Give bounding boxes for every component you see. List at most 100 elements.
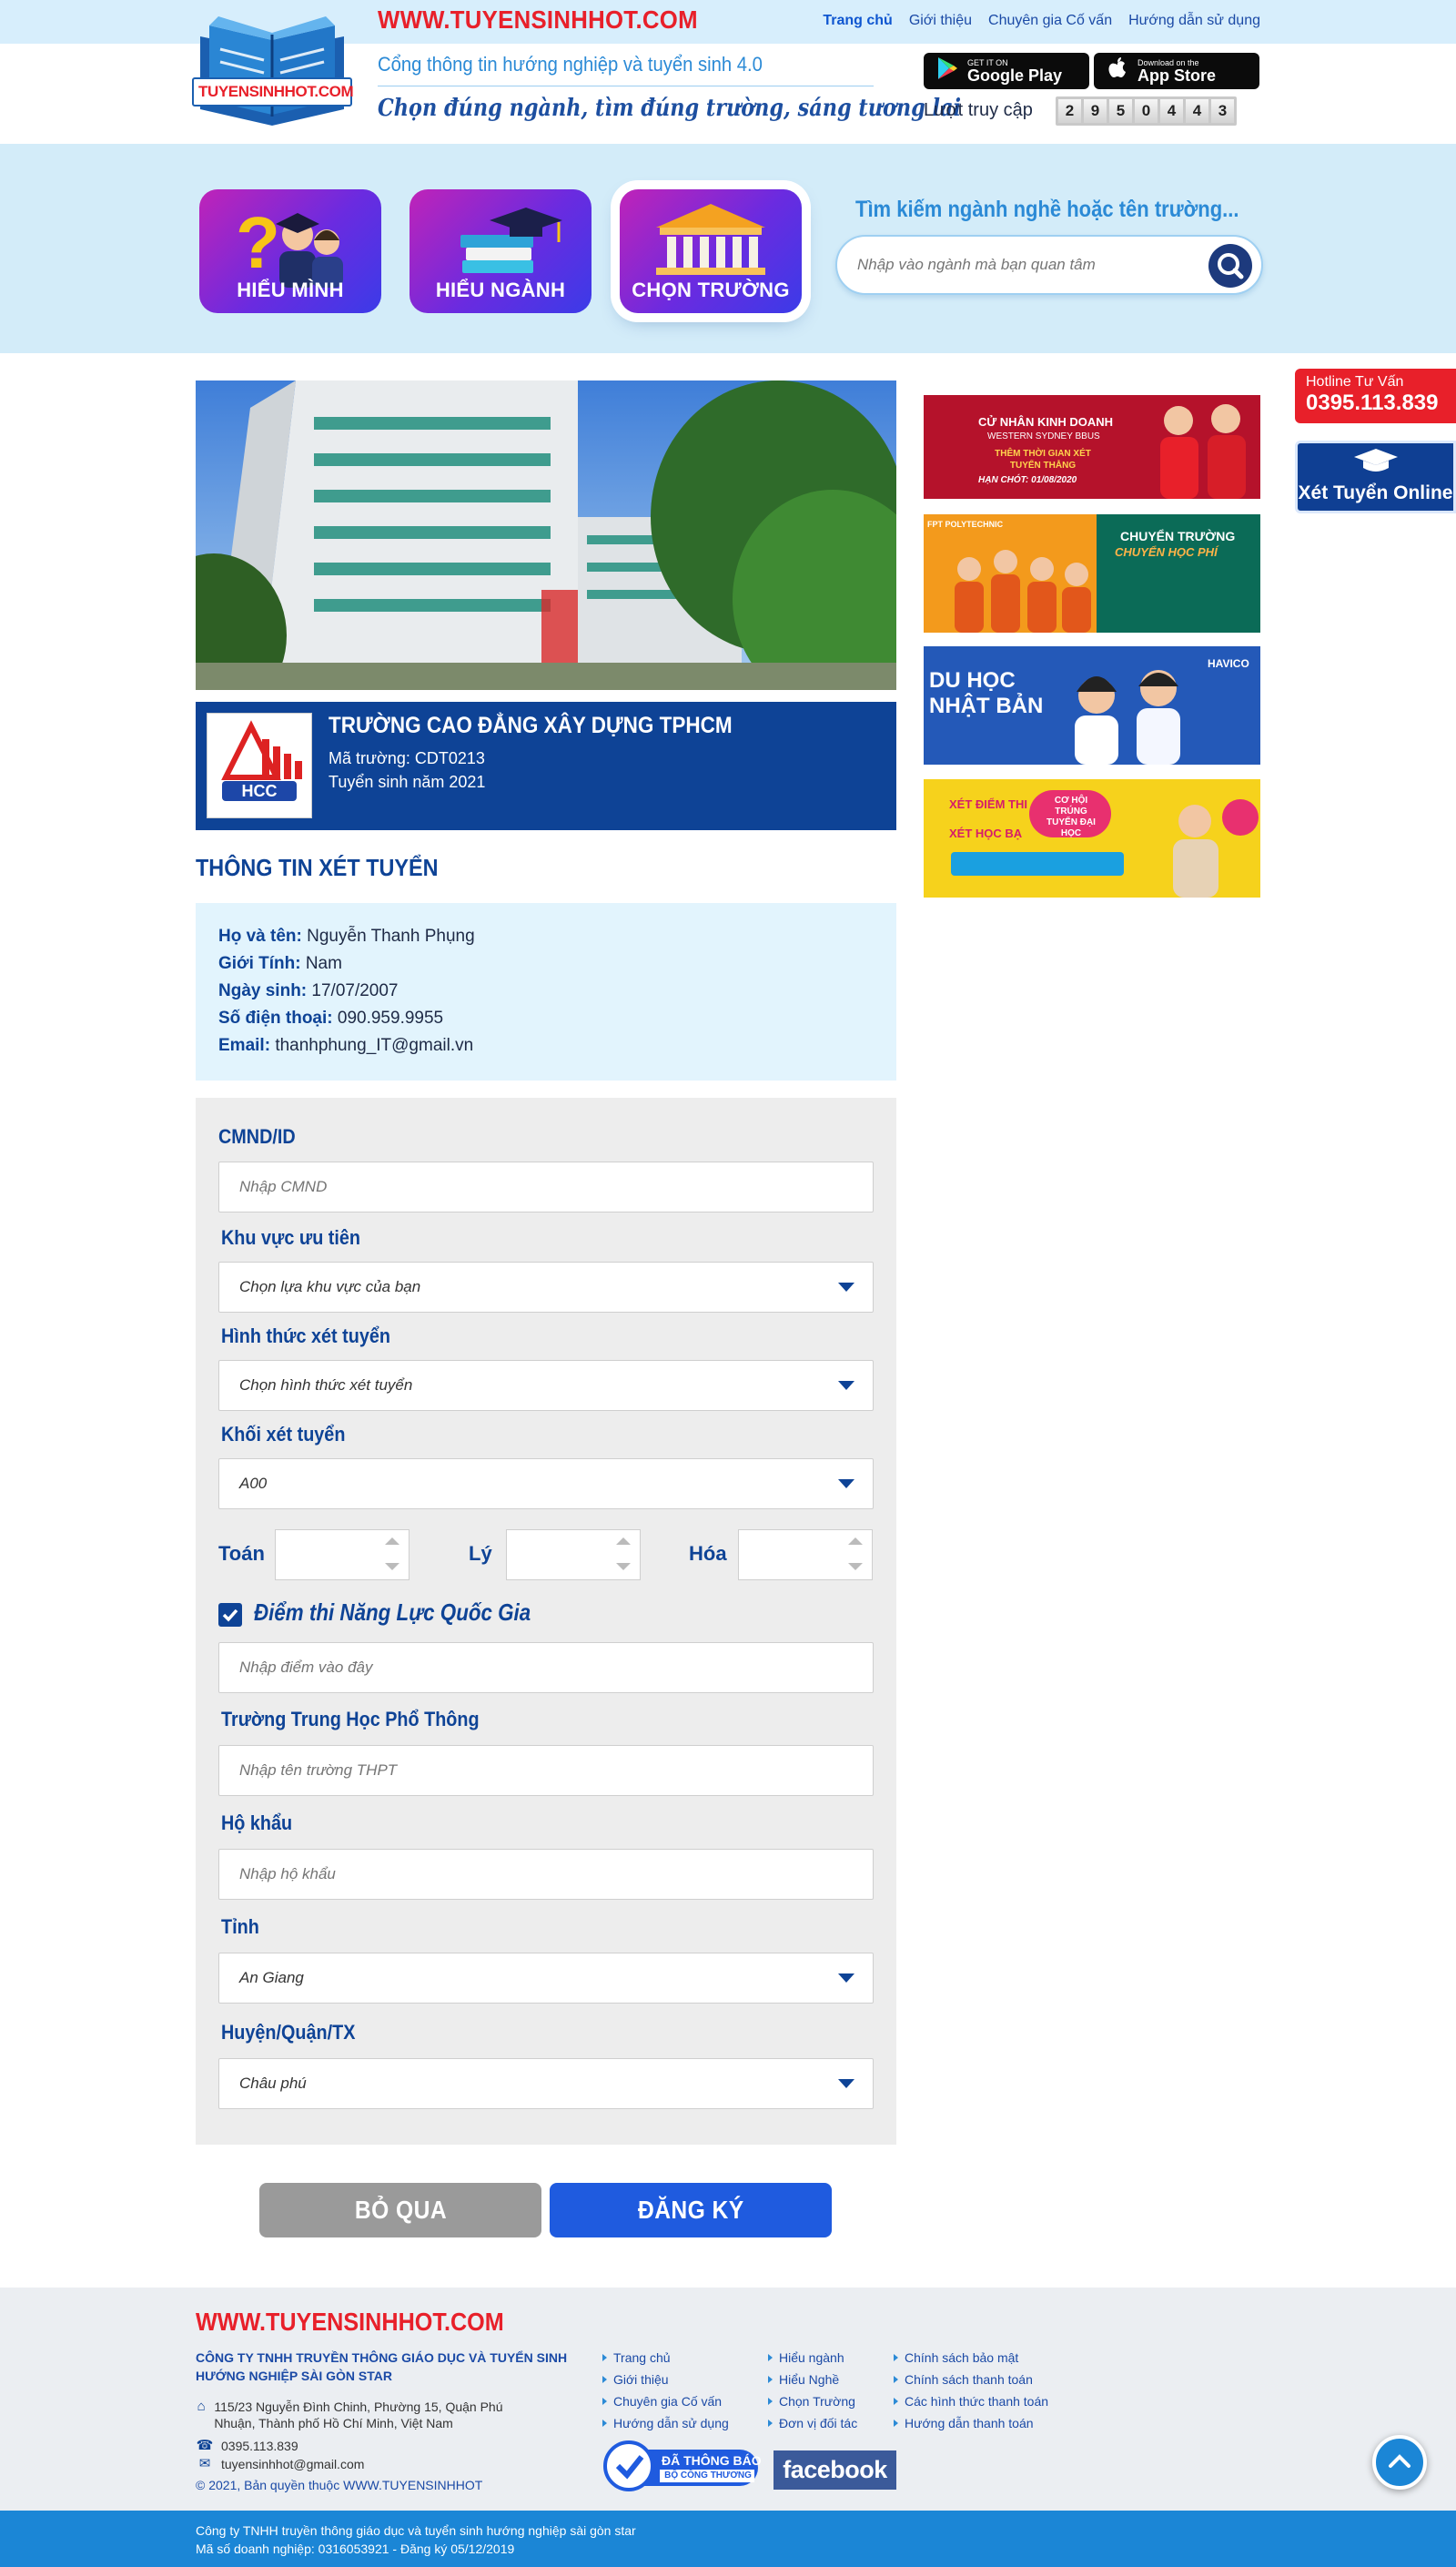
spin-up-icon[interactable] xyxy=(616,1537,631,1545)
banner-western-sydney[interactable]: CỬ NHÂN KINH DOANH WESTERN SYDNEY BBUS T… xyxy=(924,380,1260,499)
thpt-input[interactable] xyxy=(239,1761,873,1780)
hokhau-input[interactable] xyxy=(239,1865,873,1883)
online-apply-button[interactable]: Xét Tuyển Online xyxy=(1295,441,1456,513)
footer-link[interactable]: Chuyên gia Cố vấn xyxy=(601,2390,729,2412)
tile-chon-truong[interactable]: CHỌN TRƯỜNG xyxy=(620,189,802,313)
tile-hieu-minh[interactable]: ? HIỂU MÌNH xyxy=(199,189,381,313)
footer-email: ✉ tuyensinhhot@gmail.com xyxy=(196,2456,365,2472)
chevron-down-icon xyxy=(838,1479,854,1488)
bct-text: ĐÃ THÔNG BÁO xyxy=(662,2453,762,2468)
back-to-top-button[interactable] xyxy=(1372,2435,1427,2490)
submit-button[interactable]: ĐĂNG KÝ xyxy=(550,2183,832,2237)
footer-email-text[interactable]: tuyensinhhot@gmail.com xyxy=(221,2456,364,2472)
banner-xet-hoc-ba[interactable]: XÉT ĐIỂM THI XÉT HỌC BẠ CƠ HỘI TRÚNG TUY… xyxy=(924,779,1260,898)
search-button[interactable] xyxy=(1208,244,1252,288)
footer-link[interactable]: Hiểu ngành xyxy=(766,2347,857,2369)
search-title: Tìm kiếm ngành nghề hoặc tên trường... xyxy=(855,197,1239,222)
khuvuc-select[interactable]: Chọn lựa khu vực của bạn xyxy=(218,1262,874,1313)
cancel-button[interactable]: BỎ QUA xyxy=(259,2183,541,2237)
bo-cong-thuong-badge[interactable]: ĐÃ THÔNG BÁO BỘ CÔNG THƯƠNG xyxy=(603,2440,762,2491)
footer-link[interactable]: Hướng dẫn sử dụng xyxy=(601,2412,729,2434)
nangluc-label[interactable]: Điểm thi Năng Lực Quốc Gia xyxy=(254,1598,531,1627)
spin-up-icon[interactable] xyxy=(385,1537,399,1545)
tagline: Cổng thông tin hướng nghiệp và tuyển sin… xyxy=(378,53,763,76)
footer-link[interactable]: Đơn vị đối tác xyxy=(766,2412,857,2434)
footer-link[interactable]: Hiểu Nghề xyxy=(766,2369,857,2390)
footer-link[interactable]: Hướng dẫn thanh toán xyxy=(892,2412,1048,2434)
huyen-select[interactable]: Châu phú xyxy=(218,2058,874,2109)
banner-sub: NHẬT BẢN xyxy=(929,694,1044,718)
nangluc-input[interactable] xyxy=(239,1659,873,1677)
tile-hieu-nganh[interactable]: HIỂU NGÀNH xyxy=(410,189,592,313)
banner-sub: XÉT HỌC BẠ xyxy=(949,827,1023,840)
nav-about[interactable]: Giới thiệu xyxy=(909,13,972,29)
school-year: Tuyển sinh năm 2021 xyxy=(329,773,486,791)
hokhau-label: Hộ khẩu xyxy=(221,1811,293,1834)
cmnd-label: CMND/ID xyxy=(218,1125,296,1148)
info-value: 17/07/2007 xyxy=(311,981,399,1000)
khoi-select[interactable]: A00 xyxy=(218,1458,874,1509)
banner-headline: DU HỌC xyxy=(929,668,1016,693)
tile-label: HIỂU NGÀNH xyxy=(435,279,566,301)
banner-line: THÊM THỜI GIAN XÉT TUYỂN THẲNG xyxy=(995,449,1091,471)
footer-url[interactable]: WWW.TUYENSINHHOT.COM xyxy=(196,2308,504,2337)
score-input-hoa[interactable] xyxy=(738,1529,873,1580)
applicant-info: Họ và tên: Nguyễn Thanh Phụng Giới Tính:… xyxy=(196,903,896,1081)
app-store-button[interactable]: Download on the App Store xyxy=(1094,53,1259,89)
score-input-ly[interactable] xyxy=(506,1529,641,1580)
banner-havico[interactable]: DU HỌC NHẬT BẢN HAVICO xyxy=(924,646,1260,765)
spin-up-icon[interactable] xyxy=(848,1537,863,1545)
footer-link[interactable]: Chính sách bảo mật xyxy=(892,2347,1048,2369)
footer-link[interactable]: Các hình thức thanh toán xyxy=(892,2390,1048,2412)
cmnd-input[interactable] xyxy=(239,1178,873,1196)
info-label: Ngày sinh: xyxy=(218,981,308,1000)
banner-fpt-polytechnic[interactable]: FPT POLYTECHNIC CHUYỂN TRƯỜNG CHUYỂN HỌC… xyxy=(924,514,1260,633)
footer-link[interactable]: Chọn Trường xyxy=(766,2390,857,2412)
visit-digit: 4 xyxy=(1186,99,1208,123)
footer-link[interactable]: Chính sách thanh toán xyxy=(892,2369,1048,2390)
google-play-button[interactable]: GET IT ON Google Play xyxy=(924,53,1089,89)
school-logo: HCC xyxy=(207,713,312,818)
score-input-toan[interactable] xyxy=(275,1529,410,1580)
school-logo-text: HCC xyxy=(241,782,278,800)
hotline-number: 0395.113.839 xyxy=(1306,391,1439,415)
hinhthuc-select[interactable]: Chọn hình thức xét tuyển xyxy=(218,1360,874,1411)
nav-guide[interactable]: Hướng dẫn sử dụng xyxy=(1128,13,1260,29)
banner-sub: CHUYỂN HỌC PHÍ xyxy=(1115,545,1218,559)
footer-address-text: 115/23 Nguyễn Đình Chinh, Phường 15, Quậ… xyxy=(214,2400,503,2430)
banner-headline: CỬ NHÂN KINH DOANH xyxy=(978,415,1114,429)
google-play-icon xyxy=(936,56,958,86)
visit-digit: 2 xyxy=(1058,99,1081,123)
tinh-select[interactable]: An Giang xyxy=(218,1953,874,2004)
slogan: Chọn đúng ngành, tìm đúng trường, sáng t… xyxy=(378,95,962,122)
score-label-hoa: Hóa xyxy=(689,1542,727,1565)
application-form: CMND/ID Khu vực ưu tiên Chọn lựa khu vực… xyxy=(196,1098,896,2145)
hotline-box[interactable]: Hotline Tư Vấn 0395.113.839 xyxy=(1295,369,1456,423)
info-row: Giới Tính: Nam xyxy=(218,950,874,978)
site-logo[interactable]: TUYENSINHHOT.COM xyxy=(191,7,354,137)
footer-link[interactable]: Trang chủ xyxy=(601,2347,729,2369)
school-photo xyxy=(196,380,896,690)
search-input[interactable] xyxy=(857,249,1185,280)
spin-down-icon[interactable] xyxy=(848,1563,863,1570)
phone-icon: ☎ xyxy=(196,2438,214,2453)
nangluc-checkbox[interactable] xyxy=(218,1603,242,1627)
score-label-ly: Lý xyxy=(469,1542,492,1565)
facebook-button[interactable]: facebook xyxy=(774,2450,896,2490)
spin-down-icon[interactable] xyxy=(616,1563,631,1570)
nav-home[interactable]: Trang chủ xyxy=(823,13,892,29)
thpt-field-wrap xyxy=(218,1745,874,1796)
footer-link[interactable]: Giới thiệu xyxy=(601,2369,729,2390)
search-box xyxy=(835,235,1263,295)
spin-down-icon[interactable] xyxy=(385,1563,399,1570)
chevron-down-icon xyxy=(838,1283,854,1292)
svg-text:?: ? xyxy=(236,202,280,283)
info-label: Họ và tên: xyxy=(218,927,302,946)
visit-counter: 2 9 5 0 4 4 3 xyxy=(1056,96,1237,126)
hokhau-field-wrap xyxy=(218,1849,874,1900)
info-row: Số điện thoại: 090.959.9955 xyxy=(218,1005,874,1032)
banner-line: FPT POLYTECHNIC xyxy=(927,520,1004,529)
nav-experts[interactable]: Chuyên gia Cố vấn xyxy=(988,13,1112,29)
nangluc-field-wrap xyxy=(218,1642,874,1693)
site-url[interactable]: WWW.TUYENSINHHOT.COM xyxy=(378,5,698,35)
